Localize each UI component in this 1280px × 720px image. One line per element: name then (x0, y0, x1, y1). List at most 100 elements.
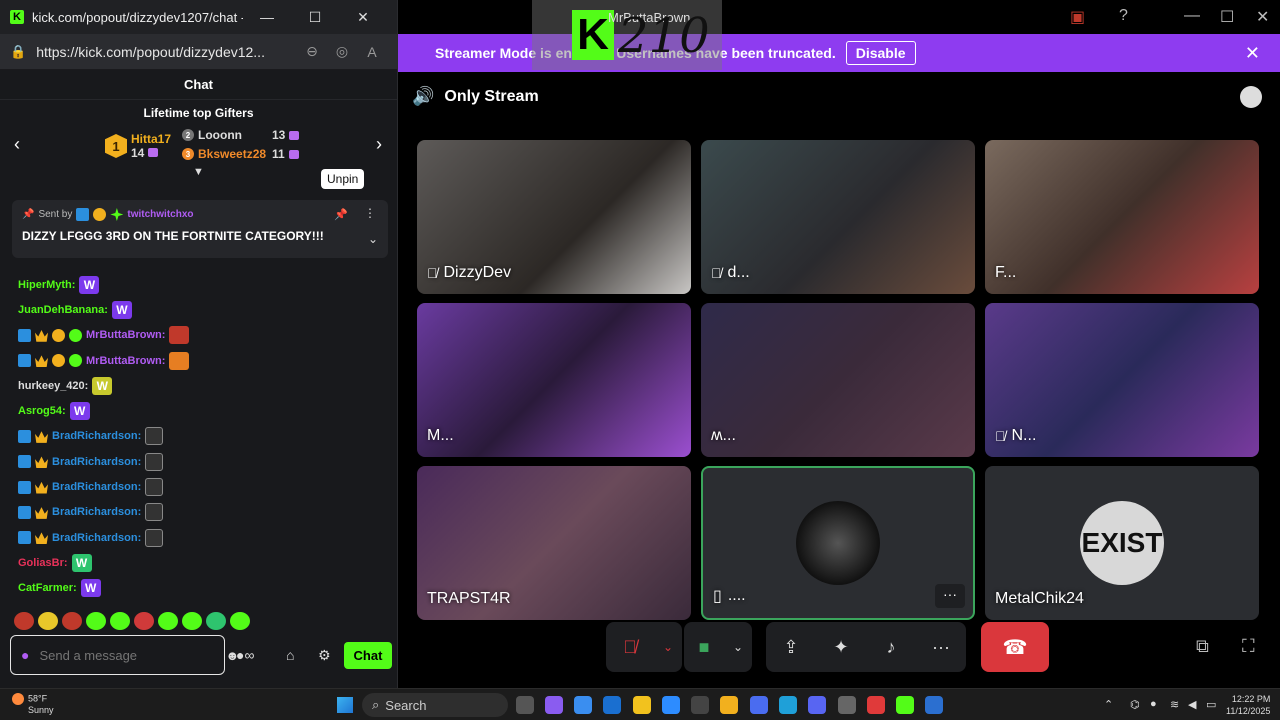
zoom-icon[interactable] (662, 696, 680, 714)
store-icon[interactable]: ⌂ (286, 647, 294, 663)
chat-username[interactable]: hurkeey_420: (18, 380, 88, 392)
taskbar-search[interactable]: ⌕ Search (362, 693, 508, 717)
settings-icon[interactable] (838, 696, 856, 714)
zoom-icon[interactable]: ⊖ (297, 43, 327, 60)
weather-widget[interactable]: 58°F Sunny (12, 693, 54, 716)
app-icon[interactable] (545, 696, 563, 714)
hp-icon[interactable] (603, 696, 621, 714)
minimize-button[interactable]: — (243, 0, 291, 34)
video-tile[interactable]: EXIST MetalChik24 (985, 466, 1259, 620)
volume-icon[interactable]: ◀ (1188, 698, 1196, 711)
more-button[interactable]: ··· (916, 622, 966, 672)
system-clock[interactable]: 12:22 PM 11/12/2025 (1226, 693, 1270, 717)
kick-app-icon[interactable] (896, 696, 914, 714)
disable-streamer-mode-button[interactable]: Disable (845, 41, 916, 65)
task-view-icon[interactable] (516, 696, 534, 714)
app-icon[interactable] (925, 696, 943, 714)
tile-more-options-button[interactable]: ··· (935, 584, 965, 608)
emote-icon[interactable] (134, 612, 154, 630)
emote-icon[interactable] (230, 612, 250, 630)
send-chat-button[interactable]: Chat (344, 642, 392, 669)
video-tile[interactable]: F... (985, 140, 1259, 294)
more-options-icon[interactable]: ⋮ (364, 206, 376, 220)
video-tile[interactable]: 🎙̸ N... (985, 303, 1259, 457)
microphone-icon[interactable]: ● (1150, 698, 1157, 710)
chat-bubble-icon[interactable] (1240, 86, 1262, 108)
emote-icon[interactable] (14, 612, 34, 630)
maximize-button[interactable]: ☐ (291, 0, 339, 34)
chat-username[interactable]: CatFarmer: (18, 582, 77, 594)
chat-username[interactable]: Asrog54: (18, 405, 66, 417)
inbox-icon[interactable]: ▣ (1070, 7, 1085, 27)
minimize-button[interactable]: — (1184, 7, 1200, 25)
chat-username[interactable]: GoliasBr: (18, 557, 68, 569)
camera-button[interactable]: ■ (684, 622, 724, 672)
kick-points-icon[interactable]: ●∞ (236, 647, 254, 663)
chat-username[interactable]: BradRichardson: (52, 481, 141, 493)
chat-username[interactable]: MrButtaBrown: (86, 329, 165, 341)
chat-username[interactable]: BradRichardson: (52, 456, 141, 468)
chat-username[interactable]: MrButtaBrown: (86, 355, 165, 367)
disconnect-button[interactable]: ☎ (981, 622, 1049, 672)
soundboard-button[interactable]: ♪ (866, 622, 916, 672)
settings-gear-icon[interactable]: ⚙ (318, 647, 331, 664)
unpin-icon[interactable]: 📌 (334, 208, 348, 221)
chat-username[interactable]: JuanDehBanana: (18, 304, 108, 316)
video-tile[interactable]: M... (417, 303, 691, 457)
chat-username[interactable]: BradRichardson: (52, 430, 141, 442)
chat-username[interactable]: BradRichardson: (52, 506, 141, 518)
chat-username[interactable]: HiperMyth: (18, 279, 75, 291)
chat-username[interactable]: BradRichardson: (52, 532, 141, 544)
gifters-prev-icon[interactable]: ‹ (14, 134, 20, 155)
battery-icon[interactable]: ▭ (1206, 698, 1216, 711)
help-icon[interactable]: ? (1119, 7, 1128, 25)
close-button[interactable]: ✕ (339, 0, 387, 34)
screen-share-button[interactable]: ⇪ (766, 622, 816, 672)
gifter-name[interactable]: Looonn (198, 128, 268, 142)
gifter-name[interactable]: Hitta17 (131, 132, 171, 146)
message-input[interactable] (39, 647, 216, 663)
gifter-name[interactable]: Bksweetz28 (198, 147, 268, 161)
camera-options-chevron-icon[interactable]: ⌄ (724, 622, 752, 672)
expand-pinned-icon[interactable]: ⌄ (368, 232, 378, 246)
tray-overflow-icon[interactable]: ⌃ (1104, 698, 1113, 711)
file-explorer-icon[interactable] (720, 696, 738, 714)
mic-options-chevron-icon[interactable]: ⌄ (654, 622, 682, 672)
emote-icon[interactable] (158, 612, 178, 630)
tracking-prevention-icon[interactable]: ◎ (327, 43, 357, 60)
emote-icon[interactable] (206, 612, 226, 630)
wifi-icon[interactable]: ≋ (1170, 698, 1179, 711)
read-aloud-icon[interactable]: A (357, 44, 387, 60)
microphone-icon[interactable]: ● (21, 647, 29, 663)
url-field[interactable]: https://kick.com/popout/dizzydev12... (36, 44, 297, 60)
pinned-sender-name[interactable]: twitchwitchxo (127, 209, 193, 220)
discord-titlebar: ▣ ? — ☐ ✕ (398, 0, 1280, 34)
discord-icon[interactable] (808, 696, 826, 714)
fullscreen-icon[interactable]: ⛶ (1242, 636, 1255, 657)
store-icon[interactable] (691, 696, 709, 714)
chrome-icon[interactable] (633, 696, 651, 714)
maximize-button[interactable]: ☐ (1220, 7, 1234, 27)
start-button[interactable] (337, 697, 353, 713)
maps-icon[interactable] (867, 696, 885, 714)
video-tile-speaking[interactable]: ▯.... ··· (701, 466, 975, 620)
emote-icon[interactable] (62, 612, 82, 630)
video-tile[interactable]: ʍ... (701, 303, 975, 457)
emote-icon[interactable] (86, 612, 106, 630)
emote-icon[interactable] (38, 612, 58, 630)
video-tile[interactable]: 🎙̸ d... (701, 140, 975, 294)
close-banner-icon[interactable]: ✕ (1245, 43, 1260, 64)
gifters-next-icon[interactable]: › (376, 134, 382, 155)
mute-mic-button[interactable]: 🎙̸ (606, 622, 654, 672)
video-tile[interactable]: 🎙̸ DizzyDev (417, 140, 691, 294)
activities-button[interactable]: ✦ (816, 622, 866, 672)
emote-icon[interactable] (182, 612, 202, 630)
edge-icon[interactable] (779, 696, 797, 714)
video-tile[interactable]: TRAPST4R (417, 466, 691, 620)
teams-icon[interactable] (750, 696, 768, 714)
popout-icon[interactable]: ⧉ (1196, 636, 1209, 657)
copilot-icon[interactable] (574, 696, 592, 714)
network-icon[interactable]: ⌬ (1130, 698, 1140, 711)
close-button[interactable]: ✕ (1256, 7, 1269, 27)
emote-icon[interactable] (110, 612, 130, 630)
